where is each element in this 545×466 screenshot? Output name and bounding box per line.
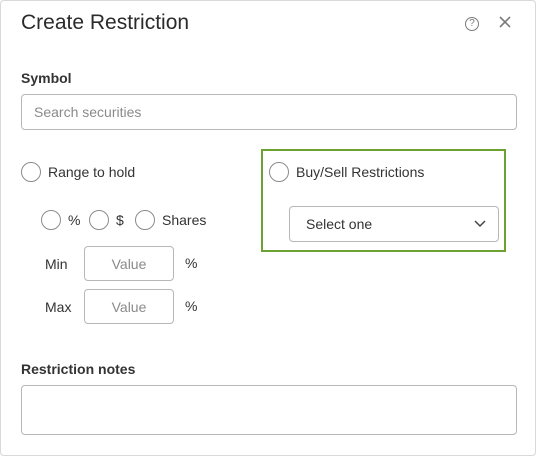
select-value: Select one (306, 216, 373, 232)
max-unit-label: % (185, 298, 198, 314)
create-restriction-dialog: Create Restriction ? Symbol Range to hol… (0, 0, 536, 456)
restriction-notes-textarea[interactable] (21, 385, 517, 435)
percent-unit-radio[interactable] (41, 210, 61, 230)
shares-unit-radio[interactable] (135, 210, 155, 230)
restriction-notes-label: Restriction notes (21, 361, 136, 377)
dialog-title: Create Restriction (21, 11, 190, 34)
symbol-search-input[interactable] (21, 94, 517, 130)
dollar-unit-label: $ (116, 212, 124, 228)
buy-sell-restrictions-label: Buy/Sell Restrictions (296, 164, 425, 180)
max-label: Max (45, 299, 72, 315)
min-label: Min (45, 256, 68, 272)
dollar-unit-radio[interactable] (89, 210, 109, 230)
symbol-label: Symbol (21, 70, 72, 86)
min-value-input[interactable] (84, 246, 174, 281)
range-to-hold-label: Range to hold (48, 164, 136, 180)
question-circle-icon[interactable]: ? (465, 17, 479, 31)
close-icon[interactable] (498, 15, 512, 29)
shares-unit-label: Shares (162, 212, 207, 228)
percent-unit-label: % (68, 212, 81, 228)
min-unit-label: % (185, 255, 198, 271)
chevron-down-icon (474, 220, 486, 228)
max-value-input[interactable] (84, 289, 174, 324)
range-to-hold-radio[interactable] (21, 162, 41, 182)
buy-sell-restrictions-radio[interactable] (269, 162, 289, 182)
buy-sell-select[interactable]: Select one (289, 206, 499, 242)
